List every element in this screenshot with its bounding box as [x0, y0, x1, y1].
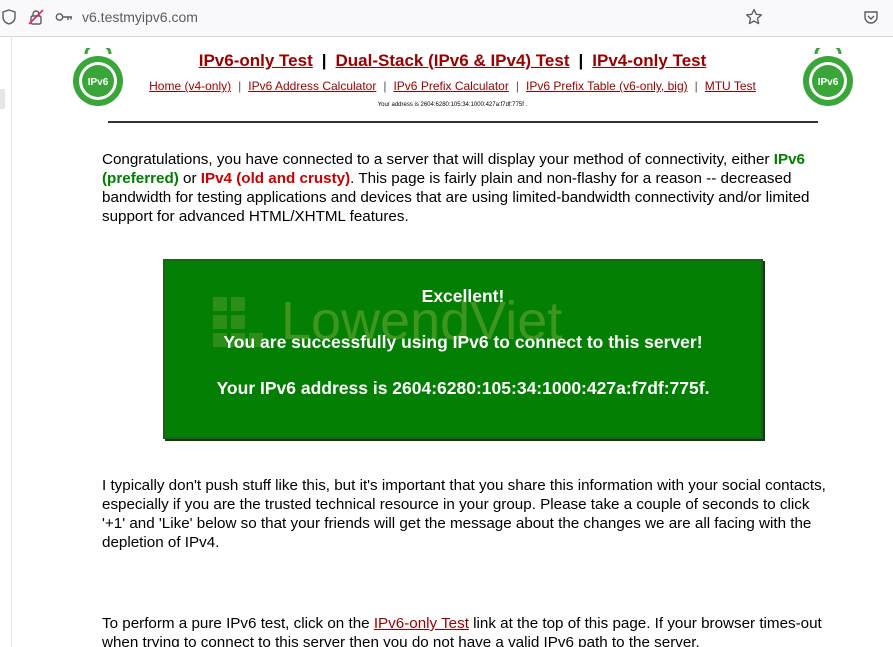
result-success-message: You are successfully using IPv6 to conne… [223, 332, 703, 352]
header-divider [108, 121, 818, 123]
pocket-icon[interactable] [862, 8, 880, 26]
intro-text: Congratulations, you have connected to a… [102, 151, 774, 168]
sidebar-tab[interactable] [0, 89, 5, 109]
dual-stack-test-link[interactable]: Dual-Stack (IPv6 & IPv4) Test [336, 51, 570, 70]
result-box: LowendViet Excellent! You are successful… [163, 259, 763, 439]
result-excellent: Excellent! [421, 286, 505, 306]
key-icon[interactable] [55, 8, 73, 26]
address-calculator-link[interactable]: IPv6 Address Calculator [248, 79, 376, 93]
sidebar-strip [0, 37, 12, 647]
result-ipv6-address: Your IPv6 address is 2604:6280:105:34:10… [216, 378, 710, 398]
mtu-test-link[interactable]: MTU Test [705, 79, 756, 93]
small-address-text: Your address is 2604:6280:105:34:1000:42… [377, 102, 528, 108]
ipv4-crusty-text: IPv4 (old and crusty) [200, 170, 351, 187]
prefix-table-link[interactable]: IPv6 Prefix Table (v6-only, big) [526, 79, 688, 93]
nav-separator: | [694, 79, 698, 93]
intro-text: or [178, 170, 201, 187]
nav-separator: | [238, 79, 242, 93]
prefix-calculator-link[interactable]: IPv6 Prefix Calculator [393, 79, 508, 93]
nav-separator: | [321, 51, 327, 70]
shield-icon[interactable] [0, 8, 18, 26]
nav-separator: | [578, 51, 584, 70]
browser-toolbar: v6.testmyipv6.com [0, 0, 893, 37]
ipv6-only-test-link[interactable]: IPv6-only Test [199, 51, 313, 70]
nav-separator: | [383, 79, 387, 93]
sub-nav: Home (v4-only) | IPv6 Address Calculator | I… [12, 79, 893, 93]
ipv6-only-test-inline-link[interactable]: IPv6-only Test [374, 615, 469, 632]
home-link[interactable]: Home (v4-only) [149, 79, 231, 93]
main-nav: IPv6-only Test | Dual-Stack (IPv6 & IPv4) … [12, 51, 893, 71]
nav-separator: | [515, 79, 519, 93]
insecure-lock-icon[interactable] [27, 8, 45, 26]
pure-test-paragraph: To perform a pure IPv6 test, click on th… [102, 614, 832, 647]
share-paragraph: I typically don't push stuff like this, … [102, 477, 826, 551]
bookmark-star-icon[interactable] [745, 8, 763, 26]
page-content: IPv6 IPv6 IPv6-only Test | Dual-Stack (IPv… [12, 37, 893, 647]
ipv4-only-test-link[interactable]: IPv4-only Test [592, 51, 706, 70]
pure-test-text: To perform a pure IPv6 test, click on th… [102, 615, 374, 632]
intro-paragraph: Congratulations, you have connected to a… [102, 150, 832, 226]
url-text[interactable]: v6.testmyipv6.com [82, 9, 198, 25]
